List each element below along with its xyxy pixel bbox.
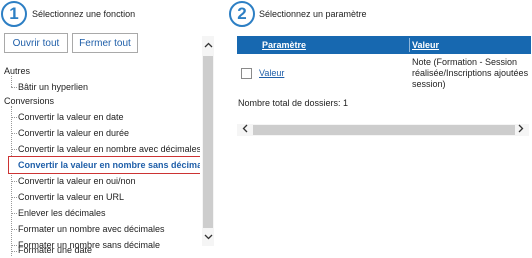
tree-line [11,251,17,252]
category-autres[interactable]: Autres [4,66,30,76]
function-item[interactable]: Bâtir un hyperlien [18,80,88,94]
chevron-down-icon[interactable] [202,232,214,244]
grid-horizontal-scrollbar[interactable] [237,124,529,136]
column-header-valeur[interactable]: Valeur [412,36,439,54]
column-separator [409,38,410,52]
function-tree: Autres Bâtir un hyperlien Conversions Co… [0,60,200,256]
row-checkbox[interactable] [241,68,252,79]
function-item[interactable]: Enlever les décimales [18,206,106,220]
column-header-parametre[interactable]: Paramètre [262,36,306,54]
function-item[interactable]: Convertir la valeur en durée [18,126,129,140]
chevron-up-icon[interactable] [202,40,214,52]
tree-line [11,229,17,230]
chevron-right-icon[interactable] [515,124,527,136]
step-1-title: Sélectionnez une fonction [32,9,136,19]
parameter-value: Note (Formation - Session réalisée/Inscr… [412,57,530,90]
tree-line [11,245,17,246]
function-item-selected[interactable]: Convertir la valeur en nombre sans décim… [8,156,200,174]
parameter-value-line: Note (Formation - Session [412,57,518,67]
function-item[interactable]: Formater un nombre avec décimales [18,222,165,236]
parameter-value-line: réalisée/Inscriptions ajoutées dans la [412,68,530,78]
function-item[interactable]: Convertir la valeur en oui/non [18,174,136,188]
step-2-title: Sélectionnez un paramètre [259,9,367,19]
tree-line [11,181,17,182]
function-item[interactable]: Convertir la valeur en URL [18,190,124,204]
function-item[interactable]: Formater une date [18,243,92,257]
category-conversions[interactable]: Conversions [4,96,54,106]
tree-line [11,149,17,150]
total-records-label: Nombre total de dossiers: 1 [238,98,349,108]
scrollbar-thumb[interactable] [253,125,515,135]
tree-line [11,87,17,88]
tree-line [11,117,17,118]
open-all-button[interactable]: Ouvrir tout [4,33,68,53]
parameter-value-line: session) [412,79,446,89]
function-item[interactable]: Convertir la valeur en date [18,110,124,124]
scrollbar-thumb[interactable] [203,56,213,228]
step-1-badge: 1 [1,1,27,27]
step-2-badge: 2 [229,1,255,27]
tree-line [11,76,12,87]
function-item[interactable]: Convertir la valeur en nombre avec décim… [18,142,200,156]
tree-line [11,133,17,134]
chevron-left-icon[interactable] [239,124,251,136]
tree-vertical-scrollbar[interactable] [202,36,214,246]
close-all-button[interactable]: Fermer tout [72,33,138,53]
parameter-grid-header: Paramètre Valeur [237,36,531,54]
tree-line [11,197,17,198]
parameter-link-valeur[interactable]: Valeur [259,68,284,78]
tree-line [11,213,17,214]
